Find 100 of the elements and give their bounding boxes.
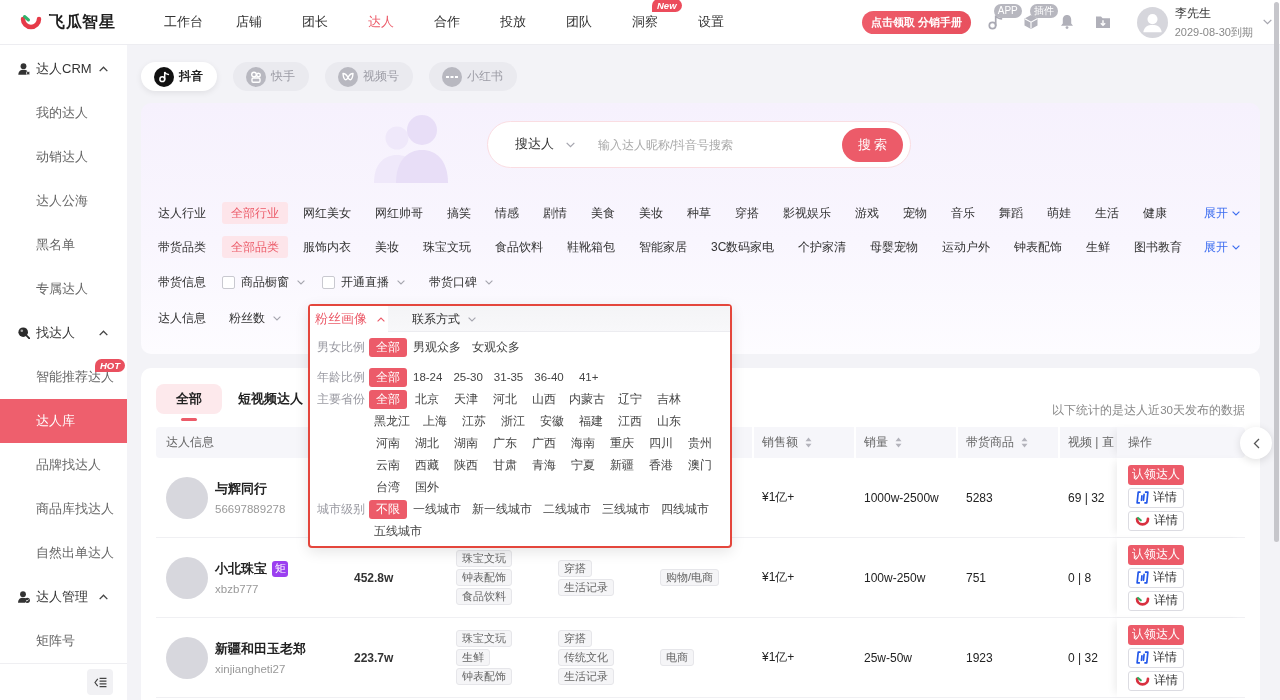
dropdown-trigger[interactable]: 开通直播 <box>335 270 412 294</box>
filter-option[interactable]: 内蒙古 <box>564 389 610 409</box>
filter-option[interactable]: 安徽 <box>533 411 571 431</box>
search-input[interactable]: 输入达人昵称/抖音号搜索 <box>596 136 842 153</box>
sort-icon[interactable] <box>805 437 812 448</box>
column-header[interactable]: 销售额 <box>752 427 854 458</box>
details-button[interactable]: 详情 <box>1128 487 1184 508</box>
filter-option[interactable]: 黑龙江 <box>369 411 415 431</box>
filter-option[interactable]: 情感 <box>486 202 528 224</box>
filter-option[interactable]: 三线城市 <box>597 499 655 519</box>
filter-option[interactable]: 种草 <box>678 202 720 224</box>
sidebar-item[interactable]: 动销达人 <box>0 135 127 179</box>
filter-option[interactable]: 运动户外 <box>933 236 1000 258</box>
creator-name[interactable]: 新疆和田玉老郑 <box>215 640 306 658</box>
music-note-icon[interactable] <box>986 14 1003 30</box>
table-tab[interactable]: 全部 <box>156 384 222 414</box>
filter-option[interactable]: 服饰内衣 <box>294 236 360 258</box>
cube-icon[interactable] <box>1022 14 1039 30</box>
filter-option[interactable]: 海南 <box>564 433 602 453</box>
filter-option[interactable]: 贵州 <box>681 433 719 453</box>
platform-tab[interactable]: 抖音 <box>141 62 217 91</box>
filter-option[interactable]: 云南 <box>369 455 407 475</box>
sidebar-group-header[interactable]: 找达人 <box>0 311 127 355</box>
nav-link[interactable]: 洞察 <box>631 10 659 34</box>
filter-option[interactable]: 舞蹈 <box>990 202 1032 224</box>
sidebar-item[interactable]: 品牌找达人 <box>0 443 127 487</box>
filter-option[interactable]: 穿搭 <box>726 202 768 224</box>
sidebar-group-header[interactable]: 达人CRM <box>0 47 127 91</box>
filter-option[interactable]: 钟表配饰 <box>1005 236 1072 258</box>
filter-option[interactable]: 新一线城市 <box>467 499 537 519</box>
details-button[interactable]: 详情 <box>1128 567 1184 588</box>
avatar-icon[interactable] <box>1136 6 1168 38</box>
filter-option[interactable]: 25-30 <box>448 367 488 387</box>
scrollbar-thumb[interactable] <box>1274 2 1279 542</box>
filter-option[interactable]: 3C数码家电 <box>702 236 784 258</box>
filter-option[interactable]: 鞋靴箱包 <box>558 236 624 258</box>
expand-link[interactable]: 展开 <box>1204 205 1240 221</box>
nav-link[interactable]: 投放 <box>499 10 527 34</box>
creator-name[interactable]: 与辉同行 <box>215 480 267 498</box>
filter-option[interactable]: 吉林 <box>650 389 688 409</box>
filter-option[interactable]: 重庆 <box>603 433 641 453</box>
sidebar-item[interactable]: 我的达人 <box>0 91 127 135</box>
details-button[interactable]: 详情 <box>1128 590 1184 611</box>
filter-option[interactable]: 游戏 <box>846 202 888 224</box>
nav-link[interactable]: 达人 <box>367 10 395 34</box>
filter-option[interactable]: 生活 <box>1086 202 1128 224</box>
filter-option[interactable]: 美妆 <box>366 236 408 258</box>
filter-option[interactable]: 西藏 <box>408 455 446 475</box>
filter-option[interactable]: 男观众多 <box>408 337 466 357</box>
sidebar-item[interactable]: 矩阵号 <box>0 619 127 663</box>
nav-link[interactable]: 工作台 <box>162 10 204 34</box>
filter-option[interactable]: 41+ <box>569 367 608 387</box>
nav-link[interactable]: 合作 <box>433 10 461 34</box>
dropdown-trigger[interactable]: 粉丝数 <box>222 306 288 330</box>
search-scope-select[interactable]: 搜达人 <box>515 136 575 153</box>
nav-link[interactable]: 店铺 <box>235 10 263 34</box>
filter-option[interactable]: 五线城市 <box>369 521 427 541</box>
filter-option[interactable]: 网红帅哥 <box>366 202 432 224</box>
filter-option[interactable]: 台湾 <box>369 477 407 497</box>
column-header[interactable]: 带货商品 <box>956 427 1058 458</box>
filter-option[interactable]: 四川 <box>642 433 680 453</box>
filter-option[interactable]: 剧情 <box>534 202 576 224</box>
nav-link[interactable]: 团队 <box>565 10 593 34</box>
creator-name[interactable]: 小北珠宝 <box>215 560 267 578</box>
filter-option[interactable]: 二线城市 <box>538 499 596 519</box>
filter-option[interactable]: 新疆 <box>603 455 641 475</box>
sidebar-item[interactable]: 自然出单达人 <box>0 531 127 575</box>
filter-option[interactable]: 山东 <box>650 411 688 431</box>
filter-option[interactable]: 美食 <box>582 202 624 224</box>
filter-option[interactable]: 网红美女 <box>294 202 360 224</box>
checkbox[interactable] <box>322 275 335 289</box>
filter-option[interactable]: 山西 <box>525 389 563 409</box>
filter-option[interactable]: 广东 <box>486 433 524 453</box>
filter-option[interactable]: 36-40 <box>529 367 569 387</box>
dropdown-trigger[interactable]: 带货口碑 <box>422 270 500 294</box>
sidebar-item[interactable]: 商品库找达人 <box>0 487 127 531</box>
filter-option[interactable]: 北京 <box>408 389 446 409</box>
dropdown-trigger[interactable]: 商品橱窗 <box>235 270 312 294</box>
filter-option[interactable]: 宠物 <box>894 202 936 224</box>
table-tab[interactable]: 短视频达人 <box>228 384 313 414</box>
filter-option[interactable]: 美妆 <box>630 202 672 224</box>
nav-link[interactable]: 团长 <box>301 10 329 34</box>
filter-option[interactable]: 萌娃 <box>1038 202 1080 224</box>
filter-option[interactable]: 31-35 <box>488 367 529 387</box>
details-button[interactable]: 详情 <box>1128 647 1184 668</box>
sidebar-item[interactable]: 黑名单 <box>0 223 127 267</box>
sort-icon[interactable] <box>1021 437 1028 448</box>
filter-option[interactable]: 珠宝文玩 <box>414 236 480 258</box>
filter-option[interactable]: 母婴宠物 <box>861 236 928 258</box>
filter-option[interactable]: 福建 <box>572 411 610 431</box>
filter-option[interactable]: 辽宁 <box>611 389 649 409</box>
caret-down-icon[interactable] <box>1263 19 1272 25</box>
details-button[interactable]: 详情 <box>1128 510 1184 531</box>
filter-option[interactable]: 图书教育 <box>1125 236 1192 258</box>
filter-option[interactable]: 陕西 <box>447 455 485 475</box>
filter-option[interactable]: 香港 <box>642 455 680 475</box>
filter-option[interactable]: 食品饮料 <box>486 236 552 258</box>
filter-option[interactable]: 甘肃 <box>486 455 524 475</box>
filter-option[interactable]: 一线城市 <box>408 499 466 519</box>
sort-icon[interactable] <box>895 437 902 448</box>
